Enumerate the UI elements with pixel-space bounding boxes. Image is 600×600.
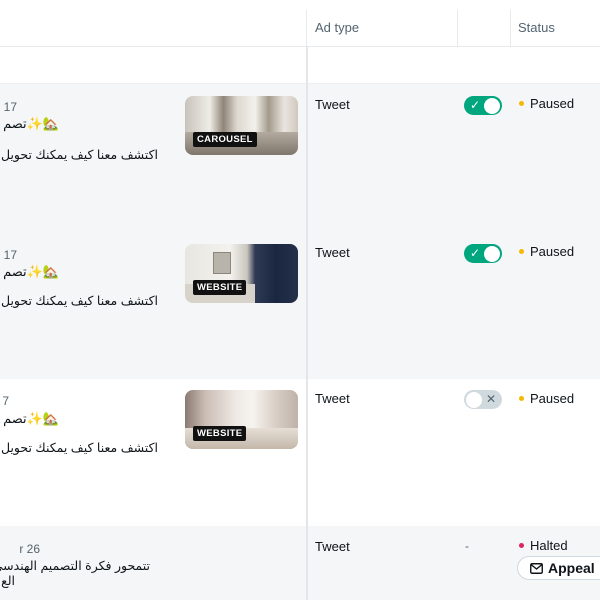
ad-description: اكتشف معنا كيف يمكنك تحويل <box>0 441 158 455</box>
media-type-tag: CAROUSEL <box>193 132 257 147</box>
appeal-button[interactable]: Appeal <box>517 556 600 580</box>
toggle-knob <box>484 97 500 114</box>
ad-title: تصم✨🏡 <box>3 411 59 426</box>
ad-type-value: Tweet <box>315 539 350 554</box>
appeal-label: Appeal <box>548 560 595 576</box>
table-spacer-row <box>0 47 600 84</box>
column-divider <box>457 10 458 47</box>
ad-type-value: Tweet <box>315 391 350 406</box>
status-badge: Paused <box>519 96 574 111</box>
status-label: Halted <box>530 538 568 553</box>
status-badge: Paused <box>519 391 574 406</box>
ad-description: تتمحور فكرة التصميم الهندسي <box>0 559 150 573</box>
status-dot-icon <box>519 101 524 106</box>
ad-status-toggle[interactable]: ✓ <box>464 96 502 115</box>
check-icon: ✓ <box>470 246 481 260</box>
toggle-knob <box>466 391 482 408</box>
table-row[interactable]: 17 تصم✨🏡 اكتشف معنا كيف يمكنك تحويل CARO… <box>0 84 600 232</box>
ad-type-value: Tweet <box>315 245 350 260</box>
ad-description: اكتشف معنا كيف يمكنك تحويل <box>0 294 158 308</box>
ad-description-continued: الع <box>1 574 15 588</box>
toggle-placeholder: - <box>465 539 469 553</box>
media-thumbnail[interactable]: CAROUSEL <box>185 96 298 155</box>
column-divider <box>510 10 511 47</box>
media-thumbnail[interactable]: WEBSITE <box>185 244 298 303</box>
status-dot-icon <box>519 543 524 548</box>
ad-title: تصم✨🏡 <box>3 116 59 131</box>
close-icon: ✕ <box>485 392 496 406</box>
media-thumbnail[interactable]: WEBSITE <box>185 390 298 449</box>
status-dot-icon <box>519 396 524 401</box>
column-header-ad-type[interactable]: Ad type <box>315 0 359 47</box>
ad-title: تصم✨🏡 <box>3 264 59 279</box>
column-header-status[interactable]: Status <box>518 0 555 47</box>
status-dot-icon <box>519 249 524 254</box>
ad-status-toggle[interactable]: ✕ <box>464 390 502 409</box>
media-type-tag: WEBSITE <box>193 280 247 295</box>
ad-description: اكتشف معنا كيف يمكنك تحويل <box>0 148 158 162</box>
ad-status-toggle[interactable]: ✓ <box>464 244 502 263</box>
status-label: Paused <box>530 391 575 406</box>
ad-date: 7 <box>2 394 9 408</box>
status-label: Paused <box>530 96 575 111</box>
media-type-tag: WEBSITE <box>193 426 247 441</box>
table-row[interactable]: r 26 تتمحور فكرة التصميم الهندسي الع Twe… <box>0 526 600 600</box>
column-divider <box>306 10 307 47</box>
status-badge: Paused <box>519 244 574 259</box>
check-icon: ✓ <box>470 98 481 112</box>
column-divider <box>306 47 308 600</box>
ad-type-value: Tweet <box>315 97 350 112</box>
ad-date: r 26 <box>19 542 40 556</box>
table-row[interactable]: 7 تصم✨🏡 اكتشف معنا كيف يمكنك تحويل WEBSI… <box>0 379 600 526</box>
table-header: Ad type Status <box>0 0 600 47</box>
status-badge: Halted <box>519 538 568 553</box>
ad-date: 17 <box>3 100 17 114</box>
status-label: Paused <box>530 244 575 259</box>
table-row[interactable]: 17 تصم✨🏡 اكتشف معنا كيف يمكنك تحويل WEBS… <box>0 232 600 379</box>
mail-icon <box>530 562 543 574</box>
toggle-knob <box>484 245 500 262</box>
ad-date: 17 <box>3 248 17 262</box>
